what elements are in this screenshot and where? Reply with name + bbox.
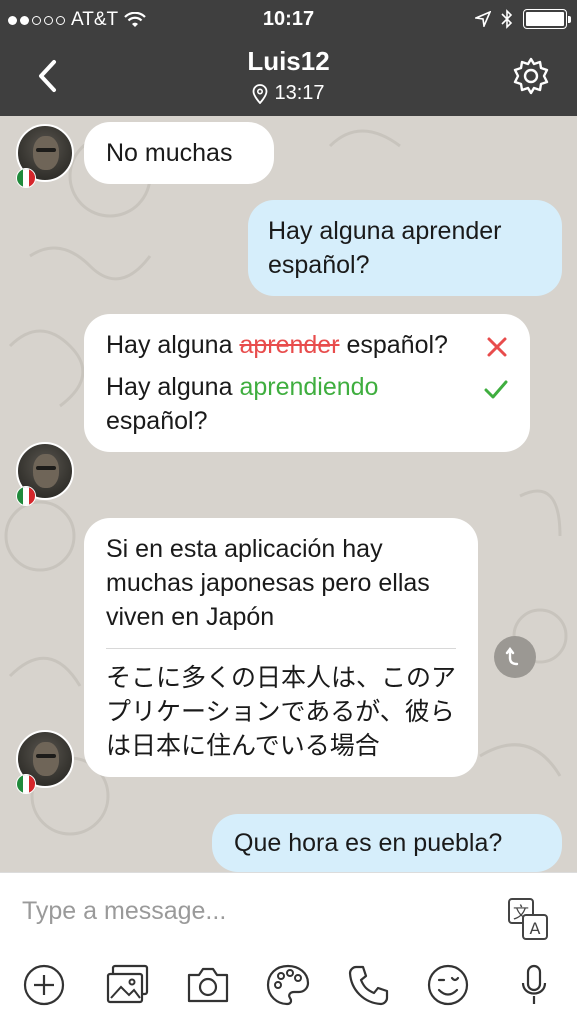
chat-area[interactable]: No muchas Hay alguna aprender español? H…	[0, 116, 577, 872]
message-translation: そこに多くの日本人は、このアプリケーションであるが、彼らは日本に住んでいる場合	[106, 664, 457, 760]
navigation-bar: Luis12 13:17	[0, 38, 577, 116]
composer-toolbar	[0, 961, 577, 1013]
outgoing-message[interactable]: Hay alguna aprender español?	[248, 200, 562, 296]
translate-icon: 文 A	[508, 898, 548, 940]
gallery-button[interactable]	[104, 961, 152, 1009]
outgoing-message[interactable]: Que hora es en puebla?	[212, 814, 562, 872]
plus-icon	[23, 964, 65, 1006]
check-icon	[484, 374, 508, 408]
revert-translation-button[interactable]	[494, 636, 536, 678]
wrong-word: aprender	[239, 331, 340, 359]
microphone-icon	[521, 964, 547, 1004]
undo-arrow-icon	[505, 647, 519, 666]
message-text: Si en esta aplicación hay muchas japones…	[106, 535, 430, 631]
emoji-icon	[427, 964, 469, 1006]
original-sentence: Hay alguna aprender español?	[106, 328, 508, 362]
message-text: Hay alguna aprender español?	[268, 217, 502, 279]
gallery-icon	[106, 964, 149, 1004]
translation-divider	[106, 648, 456, 649]
message-text: Que hora es en puebla?	[234, 829, 503, 857]
add-button[interactable]	[20, 961, 68, 1009]
cross-icon	[486, 332, 508, 366]
location-arrow-icon	[475, 11, 491, 27]
corrected-sentence: Hay alguna aprendiendo español?	[106, 370, 508, 438]
settings-button[interactable]	[511, 56, 551, 96]
translated-message[interactable]: Si en esta aplicación hay muchas japones…	[84, 518, 478, 777]
translate-button[interactable]: 文 A	[507, 897, 549, 941]
svg-text:A: A	[530, 919, 541, 938]
mexico-flag-icon	[16, 486, 36, 506]
status-right	[475, 9, 571, 29]
mexico-flag-icon	[16, 168, 36, 188]
contact-name[interactable]: Luis12	[0, 46, 577, 77]
bluetooth-icon	[501, 9, 513, 29]
phone-icon	[348, 965, 389, 1006]
composer: 文 A	[0, 872, 577, 1024]
contact-local-time: 13:17	[0, 82, 577, 105]
sticker-button[interactable]	[264, 961, 312, 1009]
camera-icon	[187, 967, 229, 1003]
mexico-flag-icon	[16, 774, 36, 794]
voice-button[interactable]	[510, 961, 558, 1009]
status-bar: AT&T 10:17	[0, 0, 577, 38]
battery-level	[526, 12, 564, 26]
incoming-message[interactable]: No muchas	[84, 122, 274, 184]
local-time-text: 13:17	[274, 82, 325, 104]
camera-button[interactable]	[184, 961, 232, 1009]
palette-icon	[266, 964, 310, 1006]
location-pin-icon	[253, 83, 268, 104]
gear-icon	[513, 57, 549, 95]
corrected-word: aprendiendo	[239, 373, 379, 401]
call-button[interactable]	[344, 961, 392, 1009]
message-input[interactable]	[22, 889, 482, 933]
correction-message[interactable]: Hay alguna aprender español? Hay alguna …	[84, 314, 530, 452]
emoji-button[interactable]	[424, 961, 472, 1009]
message-text: No muchas	[106, 139, 233, 167]
battery-icon	[523, 9, 571, 29]
